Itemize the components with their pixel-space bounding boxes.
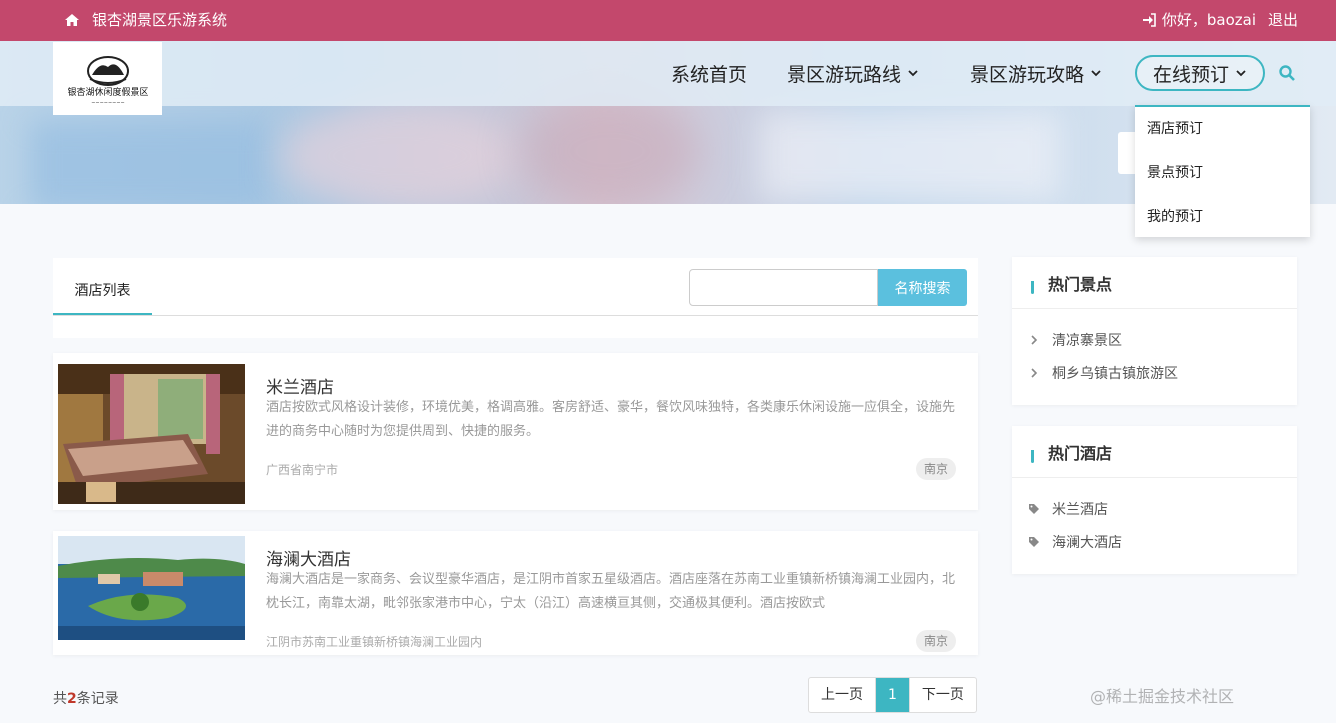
tab-hotel-list[interactable]: 酒店列表 (53, 274, 152, 316)
hotel-description: 海澜大酒店是一家商务、会议型豪华酒店，是江阴市首家五星级酒店。酒店座落在苏南工业… (266, 572, 956, 611)
site-logo[interactable]: 银杏湖休闲度假景区 ~~~~~~~~ (53, 42, 162, 115)
hotel-image[interactable] (58, 536, 245, 640)
logout-link[interactable]: 退出 (1268, 9, 1298, 30)
site-home-link[interactable]: 银杏湖景区乐游系统 (64, 9, 227, 30)
watermark: @稀土掘金技术社区 (1090, 687, 1235, 706)
hot-hotels-title: 热门酒店 (1048, 443, 1113, 463)
menu-item-my-booking[interactable]: 我的预订 (1135, 195, 1310, 239)
menu-item-hotel-booking[interactable]: 酒店预订 (1135, 107, 1310, 151)
hotel-link[interactable]: 米兰酒店 (1052, 499, 1108, 519)
search-button[interactable]: 名称搜索 (878, 269, 967, 306)
user-area: 你好，baozai 退出 (1142, 9, 1298, 30)
search-icon[interactable] (1278, 64, 1296, 82)
hotel-image[interactable] (58, 364, 245, 504)
menu-item-spot-booking[interactable]: 景点预订 (1135, 151, 1310, 195)
hot-spots-title: 热门景点 (1048, 274, 1113, 294)
list-item[interactable]: 米兰酒店 (1028, 492, 1297, 525)
accent-bar (1031, 440, 1034, 463)
list-item[interactable]: 桐乡乌镇古镇旅游区 (1028, 356, 1297, 389)
tag-icon (1029, 503, 1039, 514)
nav-home[interactable]: 系统首页 (671, 55, 747, 91)
chevron-right-icon (1031, 334, 1038, 345)
home-icon (65, 13, 79, 26)
record-count: 共2条记录 (53, 691, 119, 707)
tag-icon (1029, 536, 1039, 547)
top-bar: 银杏湖景区乐游系统 你好，baozai 退出 (0, 0, 1336, 41)
sign-in-icon (1142, 12, 1156, 27)
hotel-address: 广西省南宁市 (266, 463, 339, 477)
booking-dropdown: 酒店预订 景点预订 我的预订 (1135, 105, 1310, 237)
nav-routes[interactable]: 景区游玩路线 (787, 55, 919, 91)
svg-text:银杏湖休闲度假景区: 银杏湖休闲度假景区 (68, 86, 148, 98)
hotel-address: 江阴市苏南工业重镇新桥镇海澜工业园内 (266, 635, 483, 649)
pagination: 上一页 1 下一页 (808, 677, 977, 713)
city-tag: 南京 (915, 458, 956, 480)
city-tag: 南京 (915, 630, 956, 652)
list-item[interactable]: 海澜大酒店 海澜大酒店是一家商务、会议型豪华酒店，是江阴市首家五星级酒店。酒店座… (53, 531, 978, 655)
chevron-down-icon (1091, 70, 1101, 77)
nav-guides[interactable]: 景区游玩攻略 (970, 55, 1102, 91)
next-page-button[interactable]: 下一页 (908, 678, 976, 712)
site-name: 银杏湖景区乐游系统 (92, 11, 228, 29)
accent-bar (1031, 271, 1034, 294)
svg-text:~~~~~~~~: ~~~~~~~~ (91, 100, 125, 105)
hotel-list-header: 酒店列表 名称搜索 (53, 258, 978, 338)
chevron-down-icon (1236, 70, 1246, 77)
list-item[interactable]: 米兰酒店 酒店按欧式风格设计装修，环境优美，格调高雅。客房舒适、豪华，餐饮风味独… (53, 353, 978, 510)
page-1-button[interactable]: 1 (876, 678, 909, 712)
record-count-number: 2 (67, 691, 77, 707)
hot-hotels-card: 热门酒店 米兰酒店 海澜大酒店 (1012, 426, 1297, 574)
chevron-down-icon (908, 70, 918, 77)
hotel-description: 酒店按欧式风格设计装修，环境优美，格调高雅。客房舒适、豪华，餐饮风味独特，各类康… (266, 400, 956, 439)
list-item[interactable]: 海澜大酒店 (1028, 525, 1297, 558)
hotel-name[interactable]: 米兰酒店 (266, 373, 334, 398)
hot-spots-card: 热门景点 清凉寨景区 桐乡乌镇古镇旅游区 (1012, 257, 1297, 405)
spot-link[interactable]: 清凉寨景区 (1052, 330, 1122, 350)
hotel-name[interactable]: 海澜大酒店 (266, 545, 351, 570)
user-greeting: 你好，baozai (1161, 11, 1256, 29)
list-item[interactable]: 清凉寨景区 (1028, 323, 1297, 356)
nav-booking[interactable]: 在线预订 (1135, 55, 1266, 91)
chevron-right-icon (1031, 367, 1038, 378)
hotel-link[interactable]: 海澜大酒店 (1052, 532, 1122, 552)
prev-page-button[interactable]: 上一页 (809, 678, 876, 712)
logo-emblem: 银杏湖休闲度假景区 ~~~~~~~~ (68, 55, 148, 105)
spot-link[interactable]: 桐乡乌镇古镇旅游区 (1052, 363, 1178, 383)
search-input[interactable] (689, 269, 878, 306)
